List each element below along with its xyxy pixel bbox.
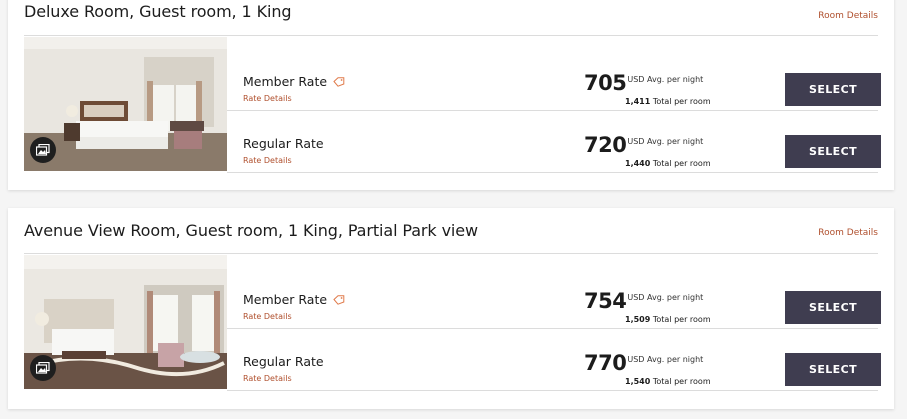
total-label: Total per room [652, 377, 711, 386]
total-label: Total per room [652, 97, 711, 106]
total-label: Total per room [652, 315, 711, 324]
room-title: Deluxe Room, Guest room, 1 King [24, 2, 292, 21]
rate-row-member: Member Rate Rate Details 754USD Avg. per… [227, 267, 881, 329]
price-block: 770USD Avg. per night [584, 351, 706, 375]
price-value: 770 [584, 351, 627, 375]
select-button[interactable]: SELECT [785, 73, 881, 106]
price-value: 754 [584, 289, 627, 313]
price-unit: USD Avg. per night [627, 355, 704, 364]
rate-details-link[interactable]: Rate Details [243, 94, 292, 103]
total-price: 1,411 Total per room [625, 97, 711, 106]
rate-details-link[interactable]: Rate Details [243, 374, 292, 383]
total-value: 1,440 [625, 159, 651, 168]
rate-row-member: Member Rate Rate Details 705USD Avg. per… [227, 49, 881, 111]
gallery-icon[interactable] [30, 355, 56, 381]
rate-name-label: Member Rate [243, 292, 345, 307]
gallery-icon[interactable] [30, 137, 56, 163]
room-photo[interactable] [24, 37, 227, 171]
divider [24, 253, 878, 254]
total-price: 1,540 Total per room [625, 377, 711, 386]
rate-details-link[interactable]: Rate Details [243, 312, 292, 321]
select-button[interactable]: SELECT [785, 291, 881, 324]
total-value: 1,411 [625, 97, 651, 106]
total-label: Total per room [652, 159, 711, 168]
room-details-link[interactable]: Room Details [818, 11, 878, 21]
total-value: 1,509 [625, 315, 651, 324]
room-details-link[interactable]: Room Details [818, 228, 878, 238]
select-button[interactable]: SELECT [785, 353, 881, 386]
price-value: 720 [584, 133, 627, 157]
room-card-deluxe: Deluxe Room, Guest room, 1 King Room Det… [8, 0, 894, 190]
price-value: 705 [584, 71, 627, 95]
price-block: 705USD Avg. per night [584, 71, 706, 95]
price-block: 754USD Avg. per night [584, 289, 706, 313]
rate-row-regular: Regular Rate Rate Details 770USD Avg. pe… [227, 329, 881, 391]
select-button[interactable]: SELECT [785, 135, 881, 168]
room-title: Avenue View Room, Guest room, 1 King, Pa… [24, 221, 479, 240]
total-value: 1,540 [625, 377, 651, 386]
price-block: 720USD Avg. per night [584, 133, 706, 157]
divider [24, 35, 878, 36]
price-unit: USD Avg. per night [627, 75, 704, 84]
rate-name-label: Regular Rate [243, 136, 324, 151]
rate-name-label: Member Rate [243, 74, 345, 89]
tag-icon [333, 77, 345, 87]
rate-details-link[interactable]: Rate Details [243, 156, 292, 165]
price-unit: USD Avg. per night [627, 293, 704, 302]
total-price: 1,440 Total per room [625, 159, 711, 168]
rate-name-label: Regular Rate [243, 354, 324, 369]
total-price: 1,509 Total per room [625, 315, 711, 324]
price-unit: USD Avg. per night [627, 137, 704, 146]
room-card-avenue-view: Avenue View Room, Guest room, 1 King, Pa… [8, 208, 894, 409]
tag-icon [333, 295, 345, 305]
rate-row-regular: Regular Rate Rate Details 720USD Avg. pe… [227, 111, 881, 173]
room-photo[interactable] [24, 255, 227, 389]
